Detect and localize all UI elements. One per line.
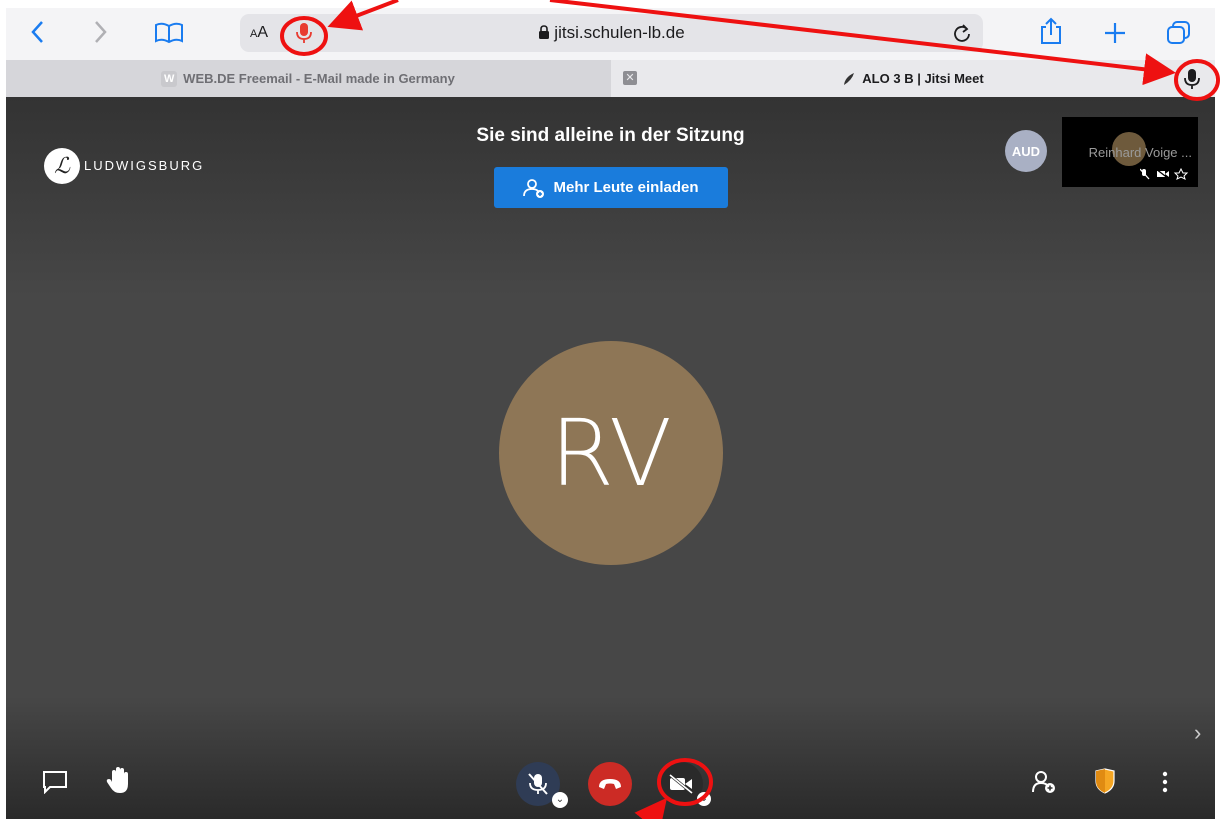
invite-icon xyxy=(523,178,545,198)
camera-options-chevron-icon[interactable]: ⌄ xyxy=(697,792,711,806)
url-field[interactable]: jitsi.schulen-lb.de xyxy=(240,23,983,43)
ludwigsburg-logo: ℒ xyxy=(44,148,80,184)
url-text: jitsi.schulen-lb.de xyxy=(554,23,685,42)
camera-toggle-button[interactable]: ⌄ xyxy=(659,762,711,806)
hangup-icon xyxy=(599,779,621,789)
invite-people-icon[interactable] xyxy=(1031,770,1057,794)
hangup-button[interactable] xyxy=(588,762,632,806)
tab-title: ALO 3 B | Jitsi Meet xyxy=(862,71,984,86)
share-icon[interactable] xyxy=(1040,17,1062,45)
thumbnail-participant-name: Reinhard Voige ... xyxy=(1088,145,1192,160)
muted-mic-icon xyxy=(1139,168,1150,180)
forward-icon[interactable] xyxy=(92,20,108,44)
star-icon xyxy=(1173,167,1189,180)
audio-participant-avatar[interactable]: AUD xyxy=(1005,130,1047,172)
security-shield-icon[interactable] xyxy=(1094,768,1116,794)
raise-hand-icon[interactable] xyxy=(106,766,132,796)
invite-more-people-button[interactable]: Mehr Leute einladen xyxy=(494,167,728,208)
camera-off-small-icon xyxy=(1155,168,1170,180)
tab-bar: W WEB.DE Freemail - E-Mail made in Germa… xyxy=(6,60,1215,97)
new-tab-icon[interactable] xyxy=(1103,21,1127,45)
lock-icon xyxy=(539,25,550,39)
brand-name: LUDWIGSBURG xyxy=(84,158,205,173)
invite-label: Mehr Leute einladen xyxy=(553,179,699,196)
tab-microphone-icon[interactable] xyxy=(1183,68,1201,90)
camera-off-icon xyxy=(669,773,693,795)
tab-jitsi[interactable]: ✕ ALO 3 B | Jitsi Meet xyxy=(611,60,1215,97)
bookmarks-icon[interactable] xyxy=(154,22,184,44)
mic-options-chevron-icon[interactable]: ⌄ xyxy=(552,792,568,808)
tab-webde[interactable]: W WEB.DE Freemail - E-Mail made in Germa… xyxy=(6,60,610,97)
reload-icon[interactable] xyxy=(952,23,972,43)
tab-title: WEB.DE Freemail - E-Mail made in Germany xyxy=(183,71,455,86)
browser-toolbar: AA jitsi.schulen-lb.de xyxy=(6,8,1215,60)
more-icon[interactable] xyxy=(1160,770,1170,794)
microphone-muted-icon xyxy=(528,773,548,795)
close-tab-icon[interactable]: ✕ xyxy=(623,71,637,85)
back-icon[interactable] xyxy=(30,20,46,44)
tabs-overview-icon[interactable] xyxy=(1166,20,1192,46)
address-bar[interactable]: AA jitsi.schulen-lb.de xyxy=(240,14,983,52)
side-panel-expand-icon[interactable]: › xyxy=(1194,720,1201,746)
jitsi-favicon xyxy=(844,72,855,85)
main-participant-avatar: RV xyxy=(499,341,723,565)
chat-icon[interactable] xyxy=(42,770,68,794)
thumbnail-status-icons xyxy=(1139,167,1192,183)
microphone-toggle-button[interactable]: ⌄ xyxy=(516,762,568,808)
webde-favicon: W xyxy=(161,70,178,87)
